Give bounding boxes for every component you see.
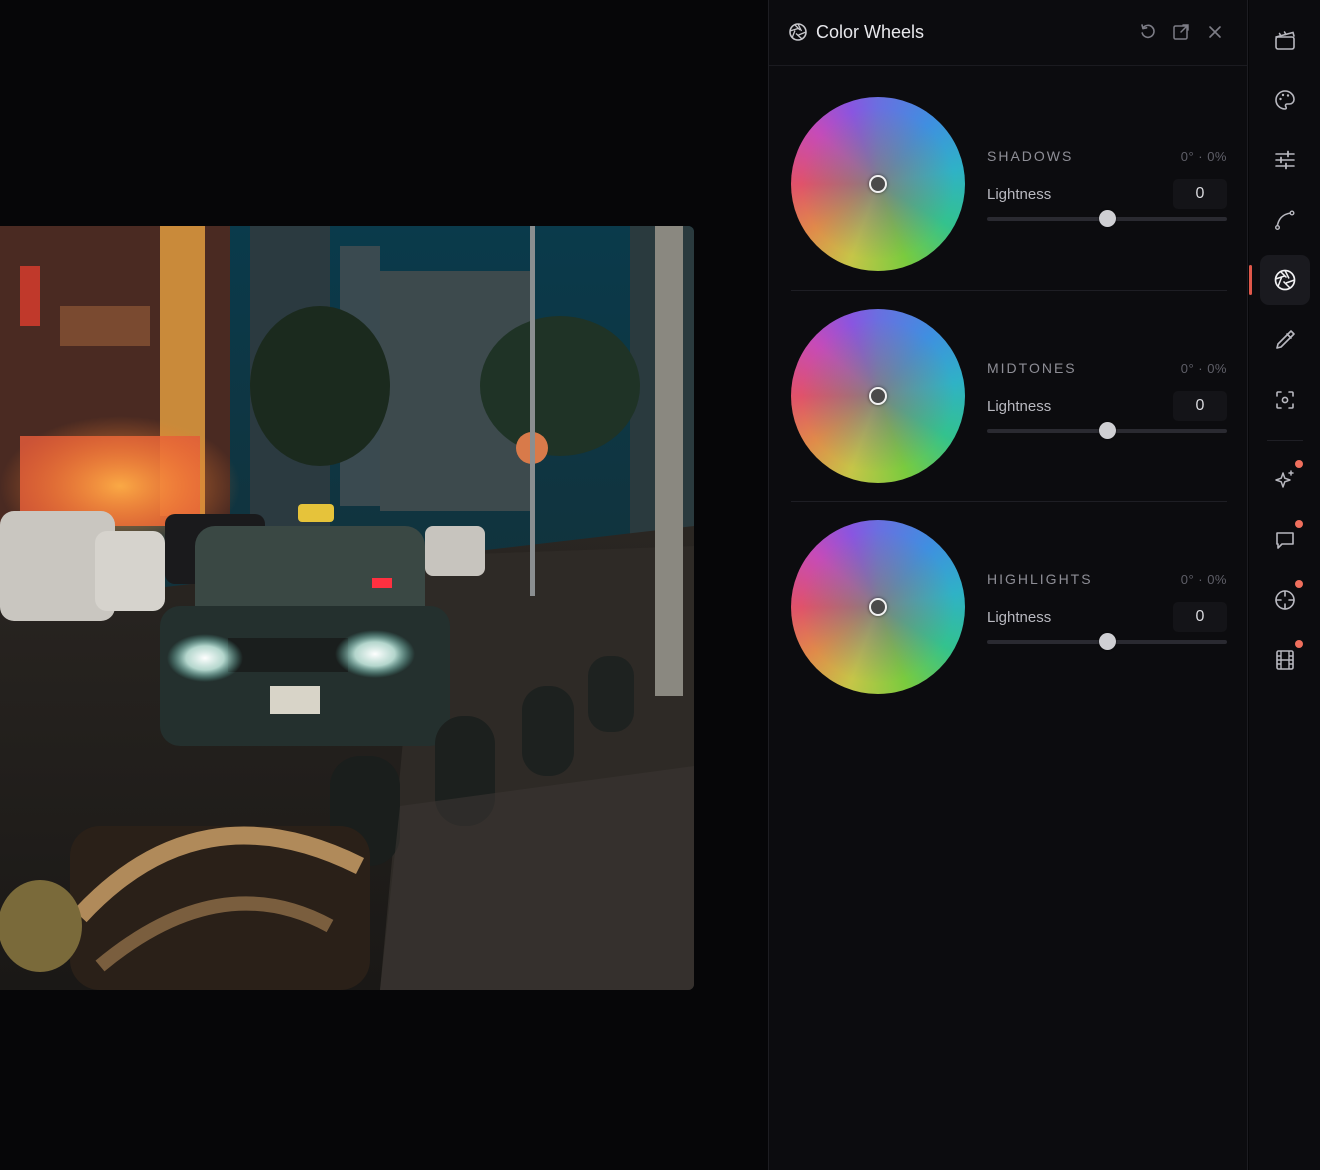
shadows-color-wheel[interactable]	[791, 97, 965, 271]
midtones-color-wheel[interactable]	[791, 309, 965, 483]
focus-icon	[1276, 391, 1294, 409]
notification-badge	[1295, 460, 1303, 468]
palette-icon	[1275, 90, 1295, 110]
tool-eyedropper[interactable]	[1260, 315, 1310, 365]
lightness-slider-thumb[interactable]	[1098, 422, 1116, 439]
tool-media[interactable]	[1260, 15, 1310, 65]
sliders-icon	[1275, 150, 1295, 170]
panel-title: Color Wheels	[816, 22, 925, 42]
notification-badge	[1295, 640, 1303, 648]
photo-preview[interactable]	[0, 226, 694, 990]
comment-icon	[1276, 532, 1294, 549]
lightness-label: Lightness	[987, 609, 1052, 626]
tool-curves[interactable]	[1260, 195, 1310, 245]
wheel-section-midtones: MIDTONES 0° · 0% Lightness 0	[791, 309, 1227, 499]
film-icon	[1276, 650, 1294, 670]
night-street-photo	[0, 226, 694, 990]
pop-out-button[interactable]	[1172, 23, 1190, 41]
tool-adjustments[interactable]	[1260, 135, 1310, 185]
reset-button[interactable]	[1139, 23, 1157, 41]
midtones-wheel-handle[interactable]	[869, 387, 887, 405]
tool-comments[interactable]	[1260, 515, 1310, 565]
tool-film[interactable]	[1260, 635, 1310, 685]
wheel-section-highlights: HIGHLIGHTS 0° · 0% Lightness 0	[791, 520, 1227, 710]
color-wheels-panel: Color Wheels SHADOWS 0° · 0% Lightness 0…	[768, 0, 1248, 1170]
tool-target[interactable]	[1260, 575, 1310, 625]
aperture-icon	[1274, 269, 1296, 291]
sparkles-icon	[1275, 470, 1294, 488]
lightness-value-field[interactable]: 0	[1173, 391, 1227, 421]
wheel-name: MIDTONES	[987, 360, 1077, 376]
toolbar-separator	[1267, 440, 1303, 441]
wheel-name: SHADOWS	[987, 148, 1074, 164]
lightness-slider-thumb[interactable]	[1098, 210, 1116, 227]
wheel-readout: 0° · 0%	[1180, 149, 1227, 164]
lightness-value-field[interactable]: 0	[1173, 602, 1227, 632]
wheel-readout: 0° · 0%	[1180, 572, 1227, 587]
tool-ai-enhance[interactable]	[1260, 455, 1310, 505]
notification-badge	[1295, 580, 1303, 588]
wheel-readout: 0° · 0%	[1180, 361, 1227, 376]
highlights-color-wheel[interactable]	[791, 520, 965, 694]
tool-color-wheels[interactable]	[1260, 255, 1310, 305]
tool-palette[interactable]	[1260, 75, 1310, 125]
highlights-wheel-handle[interactable]	[869, 598, 887, 616]
panel-header: Color Wheels	[769, 0, 1247, 66]
lightness-label: Lightness	[987, 398, 1052, 415]
crosshair-icon	[1275, 590, 1295, 610]
notification-badge	[1295, 520, 1303, 528]
shadows-wheel-handle[interactable]	[869, 175, 887, 193]
wheel-name: HIGHLIGHTS	[987, 571, 1093, 587]
wheel-section-shadows: SHADOWS 0° · 0% Lightness 0	[791, 97, 1227, 287]
close-button[interactable]	[1206, 23, 1224, 41]
divider	[791, 501, 1227, 502]
lightness-label: Lightness	[987, 186, 1052, 203]
eyedropper-icon	[1276, 330, 1295, 349]
aperture-icon	[789, 23, 807, 41]
curve-icon	[1275, 210, 1295, 231]
clapperboard-icon	[1275, 31, 1295, 50]
pop-out-icon	[1173, 24, 1189, 40]
lightness-value-field[interactable]: 0	[1173, 179, 1227, 209]
lightness-slider-thumb[interactable]	[1098, 633, 1116, 650]
divider	[791, 290, 1227, 291]
tool-focus[interactable]	[1260, 375, 1310, 425]
canvas	[0, 0, 768, 1170]
active-tool-indicator	[1249, 265, 1252, 295]
right-toolbar	[1249, 0, 1320, 1170]
reset-icon	[1141, 24, 1155, 39]
close-icon	[1209, 26, 1221, 38]
